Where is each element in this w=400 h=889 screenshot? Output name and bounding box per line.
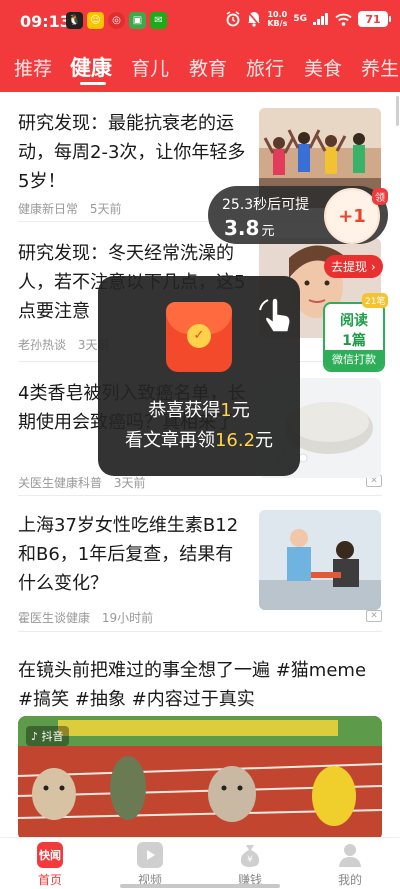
bottom-navigation: 快闻 首页 视频 ¥ 赚钱 我的	[0, 837, 400, 889]
app-notification-icon: ☺	[87, 12, 104, 29]
tab-recommend[interactable]: 推荐	[14, 54, 52, 81]
cat-meme-video-image	[18, 716, 382, 837]
scrollbar[interactable]	[396, 96, 399, 126]
article-meta: 健康新日常 5天前	[18, 200, 129, 217]
timer-amount: 3.8 元	[224, 216, 275, 240]
article-title[interactable]: 上海37岁女性吃维生素B12和B6，1年后复查，结果有什么变化？	[18, 511, 250, 598]
task-count-badge: 21笔	[362, 293, 389, 308]
alarm-icon	[226, 11, 240, 27]
nav-earn[interactable]: ¥ 赚钱	[220, 842, 280, 888]
video-cover[interactable]: ♪ 抖音	[18, 716, 382, 837]
tab-travel[interactable]: 旅行	[246, 54, 284, 81]
status-right: 10.0 KB/s 5G 71	[225, 10, 391, 28]
wifi-icon	[335, 13, 352, 26]
article-title[interactable]: 在镜头前把难过的事全想了一遍 #猫meme #搞笑 #抽象 #内容过于真实	[18, 656, 382, 714]
signal-type: 5G	[293, 14, 307, 24]
signal-bars-icon	[313, 13, 328, 25]
article-time: 3天前	[113, 476, 146, 490]
toast-reward-line: 恭喜获得1元	[148, 400, 250, 421]
battery-indicator: 71	[358, 11, 391, 27]
article-item[interactable]: 上海37岁女性吃维生素B12和B6，1年后复查，结果有什么变化？ 霍医生谈健康 …	[0, 496, 400, 632]
chevron-right-icon: ›	[367, 260, 376, 274]
game-icon: ▣	[129, 12, 146, 29]
status-bar: 09:13 🐧 ☺ ◎ ▣ ✉ 10.0 KB/s 5G 71	[0, 0, 400, 44]
clinic-image	[259, 510, 381, 610]
article-source: 老孙热谈	[18, 338, 67, 352]
weibo-icon: ◎	[108, 12, 125, 29]
dismiss-icon[interactable]: ✕	[366, 610, 382, 622]
article-source: 霍医生谈健康	[18, 611, 91, 625]
app-header: 09:13 🐧 ☺ ◎ ▣ ✉ 10.0 KB/s 5G 71 推荐 健康 育儿…	[0, 0, 400, 92]
tab-food[interactable]: 美食	[304, 54, 342, 81]
read-task-card[interactable]: 阅读 1篇 微信打款	[323, 302, 385, 372]
tab-parenting[interactable]: 育儿	[131, 54, 169, 81]
check-seal-icon: ✓	[187, 324, 211, 348]
withdraw-button[interactable]: 去提现 ›	[324, 255, 383, 278]
article-time: 5天前	[89, 202, 122, 216]
nav-video[interactable]: 视频	[120, 842, 180, 888]
tab-wellness[interactable]: 养生	[361, 54, 399, 81]
mute-icon	[247, 11, 261, 27]
category-tabs: 推荐 健康 育儿 教育 旅行 美食 养生	[0, 48, 400, 88]
claim-badge[interactable]: 领	[372, 188, 388, 205]
video-item[interactable]: 在镜头前把难过的事全想了一遍 #猫meme #搞笑 #抽象 #内容过于真实 ♪ …	[0, 632, 400, 837]
douyin-icon: ♪	[31, 730, 39, 743]
red-envelope-icon: ✓	[166, 302, 232, 372]
toast-more-line: 看文章再领16.2元	[124, 430, 274, 451]
notification-icons: 🐧 ☺ ◎ ▣ ✉	[66, 12, 167, 29]
wechat-icon: ✉	[150, 12, 167, 29]
svg-text:¥: ¥	[247, 855, 253, 865]
qq-icon: 🐧	[66, 12, 83, 29]
tab-education[interactable]: 教育	[189, 54, 227, 81]
article-time: 19小时前	[101, 611, 154, 625]
kuaiwen-logo-icon: 快闻	[37, 842, 63, 868]
nav-home[interactable]: 快闻 首页	[20, 842, 80, 888]
network-speed: 10.0 KB/s	[267, 10, 288, 28]
nav-profile[interactable]: 我的	[320, 842, 380, 888]
article-title[interactable]: 研究发现：最能抗衰老的运动，每周2-3次，让你年轻多5岁！	[18, 109, 250, 196]
article-source: 健康新日常	[18, 202, 79, 216]
home-indicator[interactable]	[120, 884, 280, 888]
swipe-hand-icon	[259, 297, 291, 333]
person-icon	[337, 842, 363, 868]
active-tab-indicator	[80, 82, 106, 85]
status-time: 09:13	[20, 12, 71, 31]
article-meta: 关医生健康科普 3天前	[18, 474, 153, 491]
play-icon	[137, 842, 163, 868]
douyin-tag: ♪ 抖音	[26, 726, 69, 746]
article-thumbnail[interactable]	[259, 510, 381, 610]
article-source: 关医生健康科普	[18, 476, 103, 490]
article-meta: 霍医生谈健康 19小时前	[18, 609, 161, 626]
timer-countdown: 25.3秒后可提	[222, 197, 310, 213]
money-bag-icon: ¥	[237, 842, 263, 868]
tab-health[interactable]: 健康	[70, 52, 112, 82]
